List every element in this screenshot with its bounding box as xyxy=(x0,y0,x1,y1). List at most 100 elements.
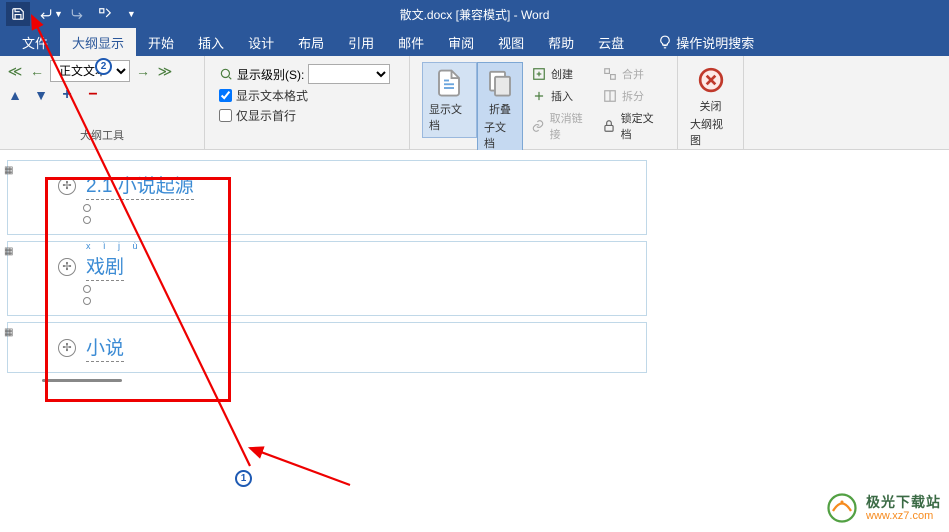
promote-button[interactable]: ← xyxy=(28,62,46,80)
lightbulb-icon xyxy=(658,35,672,49)
tab-references[interactable]: 引用 xyxy=(336,28,386,56)
merge-icon xyxy=(602,66,618,82)
move-up-button[interactable]: ▲ xyxy=(6,86,24,104)
show-text-format-checkbox[interactable]: 显示文本格式 xyxy=(219,87,395,104)
tab-review[interactable]: 审阅 xyxy=(436,28,486,56)
outline-body-row[interactable] xyxy=(58,214,638,226)
expand-marker-icon[interactable]: ✢ xyxy=(58,177,76,195)
tab-mailings[interactable]: 邮件 xyxy=(386,28,436,56)
collapse-subdoc-label2: 子文档 xyxy=(484,119,516,151)
heading-text[interactable]: x ì j ù 戏剧 xyxy=(86,252,124,281)
outline-level-select[interactable]: 正文文本 xyxy=(50,60,130,82)
show-text-format-label: 显示文本格式 xyxy=(236,87,308,104)
subdoc-handle-icon[interactable]: ▦ xyxy=(4,327,13,338)
show-level-select[interactable] xyxy=(308,64,390,84)
subdoc-handle-icon[interactable]: ▦ xyxy=(4,246,13,257)
redo-button[interactable] xyxy=(65,2,89,26)
outline-heading-row[interactable]: ✢ x ì j ù 戏剧 xyxy=(58,250,638,283)
subdoc-block: ▦ ✢ 2.1 小说起源 xyxy=(7,160,647,235)
close-outline-view-button[interactable]: 关闭 大纲视图 xyxy=(684,60,737,152)
customize-qat-button[interactable] xyxy=(93,2,117,26)
create-icon xyxy=(531,66,547,82)
expand-button[interactable]: + xyxy=(58,86,76,104)
close-icon xyxy=(695,64,727,96)
insert-label: 插入 xyxy=(551,88,573,104)
create-label: 创建 xyxy=(551,66,573,82)
menu-bar: 文件 大纲显示 开始 插入 设计 布局 引用 邮件 审阅 视图 帮助 云盘 操作… xyxy=(0,28,949,56)
watermark-logo-icon xyxy=(824,490,860,526)
outline-tools-group-label: 大纲工具 xyxy=(6,127,198,145)
lock-doc-button[interactable]: 锁定文档 xyxy=(598,108,665,144)
tell-me-label: 操作说明搜索 xyxy=(676,33,754,52)
subdoc-block: ▦ ✢ x ì j ù 戏剧 xyxy=(7,241,647,316)
subdoc-block: ▦ ✢ 小说 xyxy=(7,322,647,373)
tab-home[interactable]: 开始 xyxy=(136,28,186,56)
show-document-button[interactable]: 显示文档 xyxy=(422,62,477,138)
outline-body-row[interactable] xyxy=(58,283,638,295)
window-title: 散文.docx [兼容模式] - Word xyxy=(400,6,550,23)
unlink-subdoc-button[interactable]: 取消链接 xyxy=(527,108,594,144)
show-text-format-input[interactable] xyxy=(219,89,232,102)
watermark: 极光下载站 www.xz7.com xyxy=(824,490,941,526)
subdoc-handle-icon[interactable]: ▦ xyxy=(4,165,13,176)
tab-outline-label: 大纲显示 xyxy=(72,33,124,52)
bullet-marker-icon xyxy=(83,216,91,224)
tab-view[interactable]: 视图 xyxy=(486,28,536,56)
heading-text[interactable]: 2.1 小说起源 xyxy=(86,171,194,200)
collapse-subdoc-button[interactable]: 折叠 子文档 xyxy=(477,62,523,156)
move-down-button[interactable]: ▼ xyxy=(32,86,50,104)
merge-subdoc-button[interactable]: 合并 xyxy=(598,64,665,84)
tab-file[interactable]: 文件 xyxy=(10,28,60,56)
demote-to-body-button[interactable]: ≫ xyxy=(156,62,174,80)
outline-heading-row[interactable]: ✢ 2.1 小说起源 xyxy=(58,169,638,202)
unlink-icon xyxy=(531,118,546,134)
show-first-line-input[interactable] xyxy=(219,109,232,122)
watermark-brand: 极光下载站 xyxy=(866,494,941,510)
collapse-button[interactable]: − xyxy=(84,86,102,104)
tab-outline[interactable]: 大纲显示 xyxy=(60,28,136,56)
split-subdoc-button[interactable]: 拆分 xyxy=(598,86,665,106)
tab-layout[interactable]: 布局 xyxy=(286,28,336,56)
undo-dropdown[interactable]: ▼ xyxy=(54,9,63,19)
save-button[interactable] xyxy=(6,2,30,26)
ruby-annotation: x ì j ù xyxy=(86,241,143,251)
tab-insert[interactable]: 插入 xyxy=(186,28,236,56)
tab-design[interactable]: 设计 xyxy=(236,28,286,56)
show-document-label: 显示文档 xyxy=(429,101,470,133)
merge-label: 合并 xyxy=(622,66,644,82)
expand-marker-icon[interactable]: ✢ xyxy=(58,258,76,276)
bullet-marker-icon xyxy=(83,285,91,293)
show-level-label: 显示级别(S): xyxy=(237,66,304,83)
expand-marker-icon[interactable]: ✢ xyxy=(58,339,76,357)
insert-subdoc-button[interactable]: 插入 xyxy=(527,86,594,106)
create-subdoc-button[interactable]: 创建 xyxy=(527,64,594,84)
outline-body-row[interactable] xyxy=(58,295,638,307)
annotation-badge-2: 2 xyxy=(95,58,112,75)
lock-icon xyxy=(602,118,617,134)
unlink-label: 取消链接 xyxy=(550,110,590,142)
bullet-marker-icon xyxy=(83,204,91,212)
show-first-line-label: 仅显示首行 xyxy=(236,107,296,124)
heading-text[interactable]: 小说 xyxy=(86,333,124,362)
annotation-badge-1: 1 xyxy=(235,470,252,487)
insert-icon xyxy=(531,88,547,104)
close-outline-label1: 关闭 xyxy=(700,98,722,114)
outline-heading-row[interactable]: ✢ 小说 xyxy=(58,331,638,364)
collapsed-indicator xyxy=(42,379,122,382)
collapse-subdoc-icon xyxy=(484,67,516,99)
split-icon xyxy=(602,88,618,104)
tell-me-search[interactable]: 操作说明搜索 xyxy=(646,28,766,56)
show-first-line-checkbox[interactable]: 仅显示首行 xyxy=(219,107,395,124)
demote-button[interactable]: → xyxy=(134,62,152,80)
bullet-marker-icon xyxy=(83,297,91,305)
split-label: 拆分 xyxy=(622,88,644,104)
outline-body-row[interactable] xyxy=(58,202,638,214)
heading-text-main: 戏剧 xyxy=(86,257,124,278)
document-area: ▦ ✢ 2.1 小说起源 ▦ ✢ x ì j ù 戏剧 ▦ ✢ 小说 xyxy=(0,150,949,532)
tab-cloud[interactable]: 云盘 xyxy=(586,28,636,56)
qat-more-dropdown[interactable]: ▼ xyxy=(127,9,136,19)
tab-help[interactable]: 帮助 xyxy=(536,28,586,56)
lock-doc-label: 锁定文档 xyxy=(621,110,661,142)
ribbon: ≪ ← 正文文本 → ≫ ▲ ▼ + − 大纲工具 显示级别(S): xyxy=(0,56,949,150)
promote-to-heading1-button[interactable]: ≪ xyxy=(6,62,24,80)
